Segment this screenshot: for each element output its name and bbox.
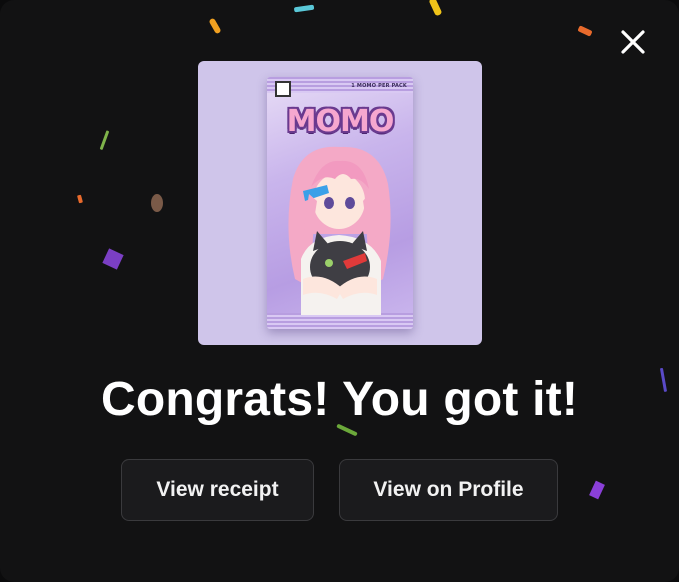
- pack-image: 1 MOMO PER PACK MOMO: [198, 61, 482, 345]
- confetti-piece: [99, 130, 110, 150]
- close-icon: [621, 30, 645, 54]
- confetti-piece: [151, 194, 163, 212]
- view-receipt-button[interactable]: View receipt: [121, 459, 314, 521]
- pack-logo: MOMO: [286, 104, 395, 139]
- congrats-title: Congrats! You got it!: [100, 373, 579, 426]
- confetti-piece: [589, 480, 605, 500]
- per-pack-label: 1 MOMO PER PACK: [351, 83, 407, 89]
- view-receipt-label: View receipt: [156, 478, 279, 501]
- pack-crimp-bottom: [267, 313, 413, 329]
- confetti-piece: [429, 0, 442, 16]
- per-pack-count: 1: [351, 83, 355, 89]
- qr-code-icon: [275, 81, 291, 97]
- congrats-dialog: 1 MOMO PER PACK MOMO Congrats! You got i…: [0, 0, 679, 582]
- confetti-piece: [102, 248, 124, 270]
- anime-character-illustration: [288, 146, 391, 315]
- view-on-profile-label: View on Profile: [373, 478, 524, 501]
- confetti-piece: [209, 18, 221, 34]
- card-pack: 1 MOMO PER PACK MOMO: [267, 77, 413, 329]
- confetti-piece: [77, 194, 83, 204]
- close-button[interactable]: [613, 22, 653, 62]
- view-on-profile-button[interactable]: View on Profile: [339, 459, 558, 521]
- confetti-piece: [294, 4, 315, 13]
- confetti-piece: [578, 25, 592, 37]
- per-pack-text: MOMO PER PACK: [356, 83, 407, 89]
